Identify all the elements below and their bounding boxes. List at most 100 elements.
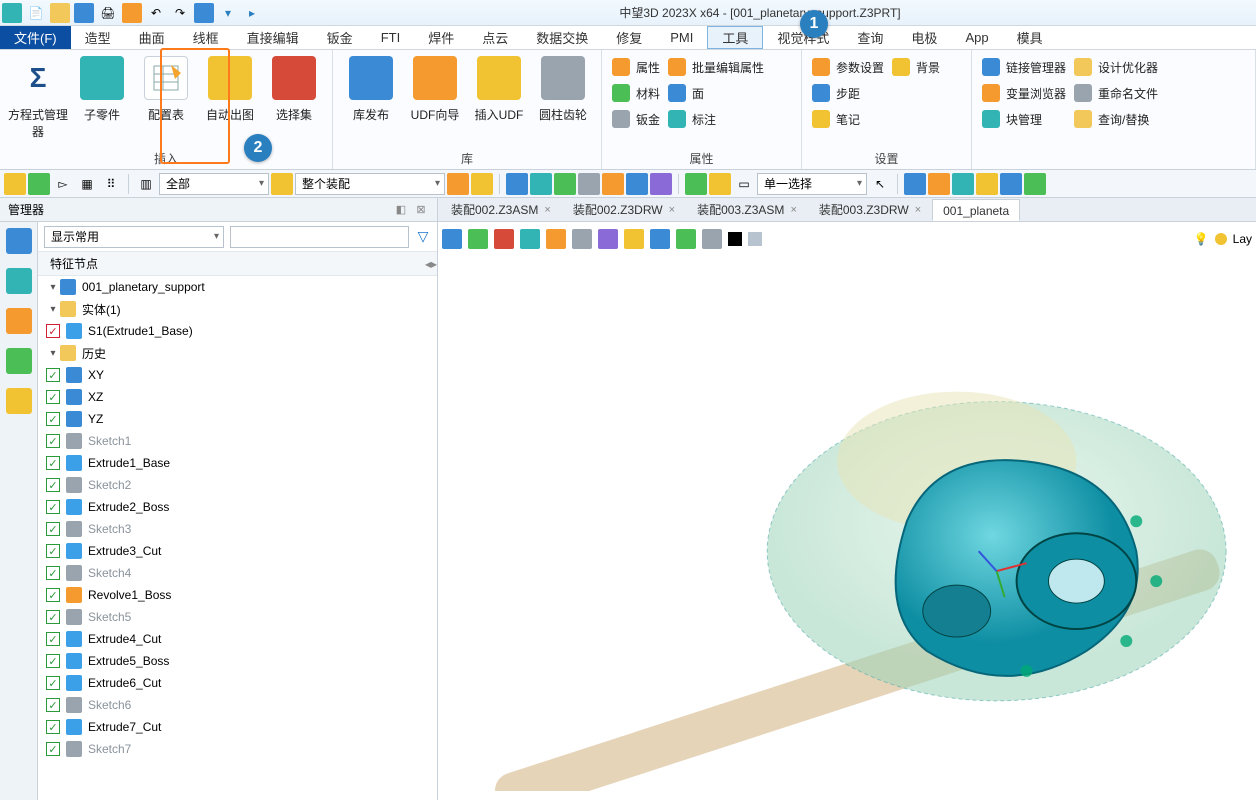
checkbox[interactable]: ✓ xyxy=(46,500,60,514)
grid-icon[interactable]: ▦ xyxy=(76,173,98,195)
menu-direct[interactable]: 直接编辑 xyxy=(233,26,313,49)
tree-history-item[interactable]: ✓Extrude3_Cut xyxy=(38,540,437,562)
opt-icon-4[interactable] xyxy=(530,173,552,195)
menu-tools[interactable]: 工具 xyxy=(707,26,763,49)
menu-wire[interactable]: 线框 xyxy=(179,26,233,49)
dock-assembly-icon[interactable] xyxy=(6,268,32,294)
dim-button[interactable]: 标注 xyxy=(664,106,768,132)
opt-icon-9[interactable] xyxy=(650,173,672,195)
panel-close-icon[interactable]: ⊠ xyxy=(413,203,429,217)
opt-icon-11[interactable] xyxy=(709,173,731,195)
tab-drw002[interactable]: 装配002.Z3DRW× xyxy=(562,196,686,221)
opt-icon-10[interactable] xyxy=(685,173,707,195)
new-icon[interactable]: 📄 xyxy=(26,3,46,23)
tree-history-item[interactable]: ✓YZ xyxy=(38,408,437,430)
close-icon[interactable]: × xyxy=(544,204,550,216)
tree-history-item[interactable]: ✓Revolve1_Boss xyxy=(38,584,437,606)
rename-button[interactable]: 重命名文件 xyxy=(1070,80,1162,106)
var-browser-button[interactable]: 变量浏览器 xyxy=(978,80,1070,106)
tree-history-item[interactable]: ✓Extrude4_Cut xyxy=(38,628,437,650)
tree-history-item[interactable]: ✓Extrude6_Cut xyxy=(38,672,437,694)
pointer-icon[interactable] xyxy=(4,173,26,195)
panel-float-icon[interactable]: ◧ xyxy=(393,203,409,217)
tree-history-item[interactable]: ✓Sketch3 xyxy=(38,518,437,540)
pick-combo[interactable]: 单一选择 xyxy=(757,173,867,195)
bg-button[interactable]: 背景 xyxy=(888,54,944,80)
menu-fti[interactable]: FTI xyxy=(367,26,415,49)
line-icon[interactable] xyxy=(976,173,998,195)
opt-icon-6[interactable] xyxy=(578,173,600,195)
arc-icon[interactable] xyxy=(1024,173,1046,195)
tree-history-item[interactable]: ✓Sketch1 xyxy=(38,430,437,452)
feature-tree[interactable]: ▾001_planetary_support ▾实体(1) ✓S1(Extrud… xyxy=(38,276,437,800)
lib-publish-button[interactable]: 库发布 xyxy=(339,54,403,123)
tree-history-group[interactable]: 历史 xyxy=(82,345,106,362)
opt-icon-5[interactable] xyxy=(554,173,576,195)
checkbox[interactable]: ✓ xyxy=(46,632,60,646)
menu-surface[interactable]: 曲面 xyxy=(125,26,179,49)
find-button[interactable]: 查询/替换 xyxy=(1070,106,1162,132)
batch-attr-button[interactable]: 批量编辑属性 xyxy=(664,54,768,80)
circle-icon[interactable] xyxy=(1000,173,1022,195)
tab-drw003[interactable]: 装配003.Z3DRW× xyxy=(808,196,932,221)
print-icon[interactable]: 🖨 xyxy=(98,3,118,23)
tree-solid-group[interactable]: 实体(1) xyxy=(82,301,121,318)
menu-file[interactable]: 文件(F) xyxy=(0,26,71,49)
checkbox[interactable]: ✓ xyxy=(46,390,60,404)
opt-icon-1[interactable] xyxy=(447,173,469,195)
redo-icon[interactable]: ↷ xyxy=(170,3,190,23)
dots-icon[interactable]: ⠿ xyxy=(100,173,122,195)
menu-sheet[interactable]: 钣金 xyxy=(313,26,367,49)
tree-history-item[interactable]: ✓Sketch6 xyxy=(38,694,437,716)
tree-history-item[interactable]: ✓Extrude1_Base xyxy=(38,452,437,474)
tree-history-item[interactable]: ✓Extrude5_Boss xyxy=(38,650,437,672)
checkbox[interactable]: ✓ xyxy=(46,478,60,492)
menu-query[interactable]: 查询 xyxy=(843,26,897,49)
equation-manager-button[interactable]: Σ 方程式管理器 xyxy=(6,54,70,140)
sheetmetal-button[interactable]: 钣金 xyxy=(608,106,664,132)
display-mode-combo[interactable]: 显示常用 xyxy=(44,226,224,248)
param-button[interactable]: 参数设置 xyxy=(808,54,888,80)
opt-icon-3[interactable] xyxy=(506,173,528,195)
filter-icon[interactable]: ▽ xyxy=(415,226,431,248)
checkbox[interactable]: ✓ xyxy=(46,434,60,448)
chevron-down-icon[interactable]: ▾ xyxy=(218,3,238,23)
checkbox[interactable]: ✓ xyxy=(46,566,60,580)
play-button-icon[interactable] xyxy=(904,173,926,195)
gear-button[interactable]: 圆柱齿轮 xyxy=(531,54,595,123)
opt-icon-2[interactable] xyxy=(471,173,493,195)
save-icon[interactable] xyxy=(74,3,94,23)
menu-visual[interactable]: 视觉样式 xyxy=(763,26,843,49)
checkbox[interactable]: ✓ xyxy=(46,522,60,536)
filter-combo[interactable]: 全部 xyxy=(159,173,269,195)
checkbox[interactable]: ✓ xyxy=(46,698,60,712)
tab-asm003[interactable]: 装配003.Z3ASM× xyxy=(686,196,808,221)
attr-button[interactable]: 属性 xyxy=(608,54,664,80)
menu-mold[interactable]: 模具 xyxy=(1003,26,1057,49)
tree-history-item[interactable]: ✓Sketch4 xyxy=(38,562,437,584)
rec-icon[interactable] xyxy=(928,173,950,195)
tree-history-item[interactable]: ✓Sketch5 xyxy=(38,606,437,628)
tree-root[interactable]: 001_planetary_support xyxy=(82,280,205,294)
auto-drawing-button[interactable]: 自动出图 xyxy=(198,54,262,123)
viewport[interactable]: 💡 Lay xyxy=(438,222,1256,800)
menu-app[interactable]: App xyxy=(951,26,1002,49)
tab-current[interactable]: 001_planeta xyxy=(932,199,1020,221)
dock-image-icon[interactable] xyxy=(6,348,32,374)
tree-solid-item[interactable]: S1(Extrude1_Base) xyxy=(88,324,193,338)
checkbox[interactable]: ✓ xyxy=(46,676,60,690)
tree-history-item[interactable]: ✓Sketch2 xyxy=(38,474,437,496)
checkbox[interactable]: ✓ xyxy=(46,742,60,756)
palette-icon[interactable]: ▥ xyxy=(135,173,157,195)
close-icon[interactable]: × xyxy=(790,204,796,216)
tree-history-item[interactable]: ✓XZ xyxy=(38,386,437,408)
dock-view-icon[interactable] xyxy=(6,308,32,334)
udf-wizard-button[interactable]: UDF向导 xyxy=(403,54,467,123)
menu-exchange[interactable]: 数据交换 xyxy=(522,26,602,49)
checkbox[interactable]: ✓ xyxy=(46,368,60,382)
checkbox[interactable]: ✓ xyxy=(46,610,60,624)
close-icon[interactable]: × xyxy=(915,204,921,216)
tree-history-item[interactable]: ✓XY xyxy=(38,364,437,386)
scope-combo[interactable]: 整个装配 xyxy=(295,173,445,195)
tree-history-item[interactable]: ✓Extrude7_Cut xyxy=(38,716,437,738)
